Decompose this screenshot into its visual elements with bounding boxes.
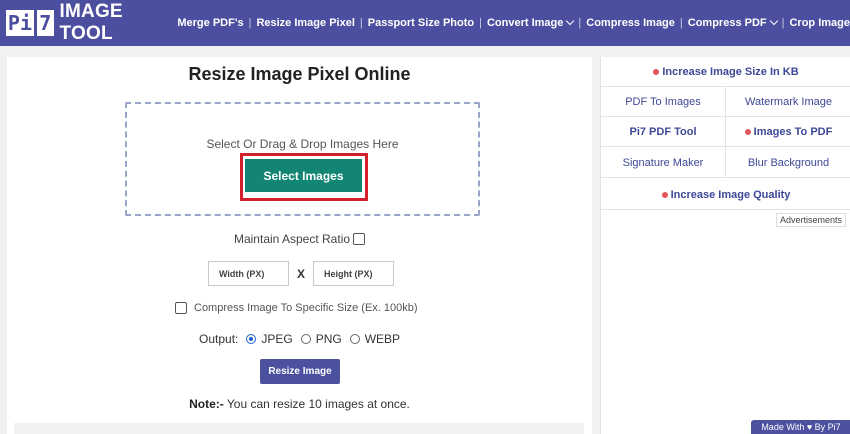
nav-merge-pdfs[interactable]: Merge PDF's <box>177 17 243 29</box>
tool-blur-background[interactable]: Blur Background <box>726 148 850 177</box>
drop-zone[interactable]: Select Or Drag & Drop Images Here Select… <box>125 102 480 216</box>
nav-separator: | <box>359 17 363 29</box>
nav-crop-image[interactable]: Crop Image <box>789 17 850 29</box>
nav-convert-image[interactable]: Convert Image <box>486 16 575 29</box>
made-with-badge[interactable]: Made With ♥ By Pi7 <box>751 420 850 434</box>
tool-pi7-pdf-tool[interactable]: Pi7 PDF Tool <box>601 117 726 146</box>
tool-increase-image-size[interactable]: Increase Image Size In KB <box>601 57 850 87</box>
tool-row: Pi7 PDF Tool Images To PDF <box>601 117 850 147</box>
aspect-ratio-label: Maintain Aspect Ratio <box>233 232 351 246</box>
red-dot-icon <box>661 191 668 198</box>
output-format-row: Output: JPEG PNG WEBP <box>199 332 400 346</box>
tool-label: Increase Image Size In KB <box>662 65 799 78</box>
aspect-ratio-row: Maintain Aspect Ratio <box>7 232 592 246</box>
tools-sidebar: Increase Image Size In KB PDF To Images … <box>600 57 850 434</box>
width-input[interactable]: Width (PX) <box>208 261 289 286</box>
note-text: Note:- You can resize 10 images at once. <box>7 397 592 411</box>
radio-webp[interactable] <box>349 334 360 344</box>
logo-7-box: 7 <box>36 10 54 36</box>
format-label-jpeg: JPEG <box>261 332 293 346</box>
output-label: Output: <box>199 332 239 346</box>
format-option-webp[interactable]: WEBP <box>349 332 401 346</box>
top-header: Pi 7 IMAGE TOOL Merge PDF's | Resize Ima… <box>0 0 850 46</box>
nav-separator: | <box>781 17 785 29</box>
chevron-down-icon <box>566 16 575 26</box>
tool-signature-maker[interactable]: Signature Maker <box>601 148 726 177</box>
nav-convert-image-label: Convert Image <box>486 17 564 29</box>
tool-watermark-image[interactable]: Watermark Image <box>726 87 850 116</box>
height-input[interactable]: Height (PX) <box>313 261 395 286</box>
site-logo[interactable]: Pi 7 IMAGE TOOL <box>6 1 158 45</box>
nav-compress-image[interactable]: Compress Image <box>586 17 675 29</box>
compress-checkbox[interactable] <box>175 302 187 314</box>
nav-separator: | <box>578 17 582 29</box>
tool-images-to-pdf[interactable]: Images To PDF <box>726 117 850 146</box>
nav-passport-size-photo[interactable]: Passport Size Photo <box>368 17 474 29</box>
nav-separator: | <box>679 17 683 29</box>
main-nav: Merge PDF's | Resize Image Pixel | Passp… <box>177 16 850 29</box>
dimension-inputs: Width (PX) X Height (PX) <box>208 261 395 286</box>
logo-text: IMAGE TOOL <box>59 1 123 44</box>
tool-label: Images To PDF <box>753 125 833 138</box>
tool-increase-image-quality[interactable]: Increase Image Quality <box>601 180 850 210</box>
select-images-button[interactable]: Select Images <box>245 159 362 192</box>
red-dot-icon <box>653 68 660 75</box>
note-body: You can resize 10 images at once. <box>223 397 410 411</box>
compress-row: Compress Image To Specific Size (Ex. 100… <box>175 302 418 314</box>
tool-row: Signature Maker Blur Background <box>601 148 850 178</box>
radio-jpeg[interactable] <box>246 334 257 344</box>
note-bold: Note:- <box>189 397 224 411</box>
format-label-png: PNG <box>315 332 342 346</box>
drop-zone-text: Select Or Drag & Drop Images Here <box>206 137 399 151</box>
tool-row: PDF To Images Watermark Image <box>601 87 850 117</box>
format-option-jpeg[interactable]: JPEG <box>246 332 293 346</box>
nav-resize-image-pixel[interactable]: Resize Image Pixel <box>256 17 354 29</box>
red-dot-icon <box>744 128 751 135</box>
tool-label: Increase Image Quality <box>670 188 791 201</box>
main-panel: Resize Image Pixel Online Select Or Drag… <box>7 57 592 434</box>
bottom-band <box>14 423 584 434</box>
aspect-ratio-checkbox[interactable] <box>353 233 366 245</box>
format-option-png[interactable]: PNG <box>300 332 342 346</box>
resize-image-button[interactable]: Resize Image <box>260 359 340 384</box>
nav-separator: | <box>248 17 252 29</box>
nav-compress-pdf-label: Compress PDF <box>687 17 767 29</box>
dimension-separator: X <box>297 266 306 281</box>
compress-label: Compress Image To Specific Size (Ex. 100… <box>194 302 418 314</box>
page-title: Resize Image Pixel Online <box>188 64 411 84</box>
format-label-webp: WEBP <box>364 332 401 346</box>
radio-png[interactable] <box>300 334 311 344</box>
logo-pi-box: Pi <box>6 10 34 36</box>
nav-separator: | <box>479 17 482 29</box>
advertisements-label: Advertisements <box>775 213 846 227</box>
chevron-down-icon <box>769 16 778 26</box>
tool-pdf-to-images[interactable]: PDF To Images <box>601 87 726 116</box>
nav-compress-pdf[interactable]: Compress PDF <box>687 16 778 29</box>
